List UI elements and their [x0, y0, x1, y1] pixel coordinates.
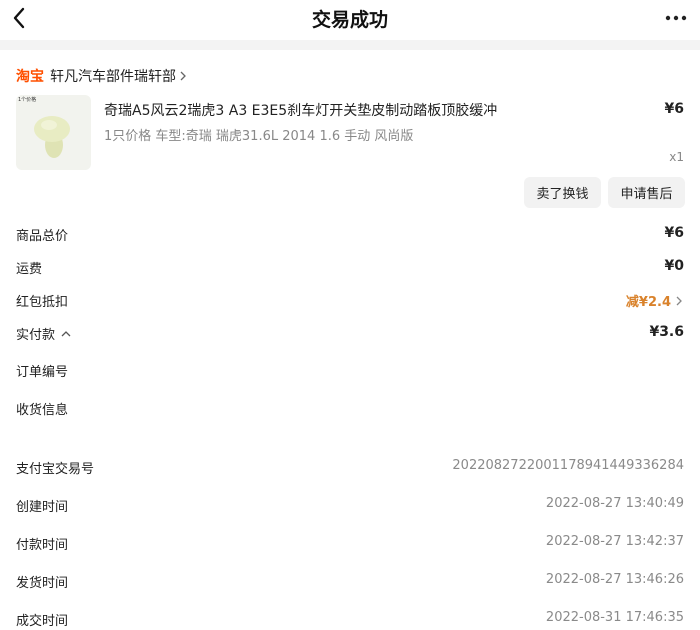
delivery-info-row[interactable]: 收货信息 — [16, 399, 684, 419]
paid-label: 实付款 — [16, 328, 56, 343]
completed-time-label: 成交时间 — [16, 614, 69, 629]
chevron-right-icon — [676, 296, 682, 305]
shipping-row: 运费 ¥0 — [16, 258, 684, 278]
goods-total-label: 商品总价 — [16, 229, 69, 244]
shop-name: 轩凡汽车部件瑞轩部 — [50, 69, 176, 85]
thumb-caption: 1个价格 — [18, 97, 37, 103]
after-sale-button[interactable]: 申请售后 — [608, 177, 685, 208]
top-bar: 交易成功 — [0, 0, 700, 40]
sell-button[interactable]: 卖了换钱 — [524, 177, 601, 208]
created-time-row: 创建时间 2022-08-27 13:40:49 — [16, 496, 684, 516]
coupon-label: 红包抵扣 — [16, 295, 69, 310]
product-quantity: x1 — [669, 150, 684, 164]
goods-total-row: 商品总价 ¥6 — [16, 225, 684, 245]
chevron-right-icon — [180, 71, 186, 81]
page-title: 交易成功 — [311, 9, 388, 31]
alipay-value[interactable]: 2022082722001178941449336284 — [452, 458, 684, 473]
shipped-time-row: 发货时间 2022-08-27 13:46:26 — [16, 572, 684, 592]
delivery-info-label: 收货信息 — [16, 403, 69, 418]
completed-time-row: 成交时间 2022-08-31 17:46:35 — [16, 610, 684, 630]
chevron-up-icon — [61, 330, 71, 336]
paid-value: ¥3.6 — [649, 324, 684, 340]
product-thumbnail[interactable]: 1个价格 — [16, 95, 91, 170]
shipped-time-label: 发货时间 — [16, 576, 69, 591]
rubber-bumper-image — [34, 116, 70, 158]
paid-row: 实付款 ¥3.6 — [16, 324, 684, 344]
shipped-time-value: 2022-08-27 13:46:26 — [545, 572, 684, 587]
completed-time-value: 2022-08-31 17:46:35 — [545, 610, 684, 625]
product-price: ¥6 — [664, 101, 684, 117]
paid-time-row: 付款时间 2022-08-27 13:42:37 — [16, 534, 684, 554]
paid-time-value: 2022-08-27 13:42:37 — [545, 534, 684, 549]
goods-total-value: ¥6 — [664, 225, 684, 241]
coupon-detail-link[interactable]: 减¥2.4 — [626, 291, 684, 310]
order-number-row: 订单编号 — [16, 361, 684, 381]
paid-toggle[interactable]: 实付款 — [16, 324, 73, 343]
created-time-label: 创建时间 — [16, 500, 69, 515]
shipping-value: ¥0 — [664, 258, 684, 274]
shop-link[interactable]: 淘宝 轩凡汽车部件瑞轩部 — [16, 66, 187, 86]
coupon-value: 减¥2.4 — [625, 295, 671, 310]
taobao-logo: 淘宝 — [16, 69, 44, 85]
product-sku: 1只价格 车型:奇瑞 瑞虎31.6L 2014 1.6 手动 风尚版 — [104, 129, 414, 144]
paid-time-label: 付款时间 — [16, 538, 69, 553]
alipay-label: 支付宝交易号 — [16, 462, 95, 477]
section-divider — [0, 40, 700, 50]
coupon-row: 红包抵扣 减¥2.4 — [16, 291, 684, 311]
product-title[interactable]: 奇瑞A5风云2瑞虎3 A3 E3E5刹车灯开关垫皮制动踏板顶胶缓冲 — [104, 100, 624, 120]
alipay-row: 支付宝交易号 2022082722001178941449336284 — [16, 458, 684, 478]
more-options-icon[interactable] — [664, 8, 688, 28]
created-time-value: 2022-08-27 13:40:49 — [545, 496, 684, 511]
order-number-label: 订单编号 — [16, 365, 69, 380]
shipping-label: 运费 — [16, 262, 43, 277]
